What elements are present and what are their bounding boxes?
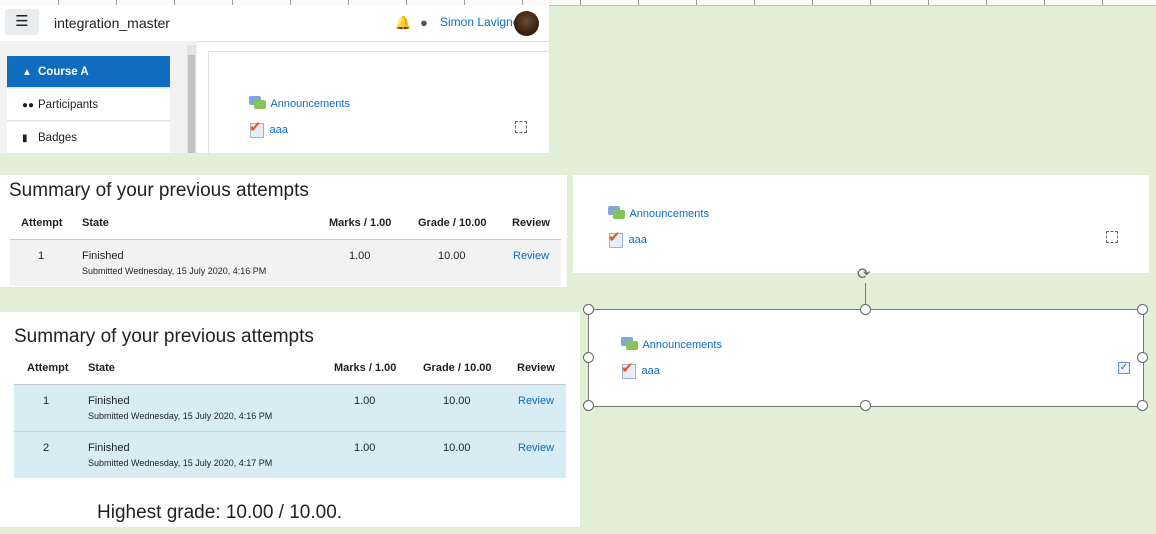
sidebar-item-participants[interactable]: ●● Participants	[7, 89, 170, 121]
col-grade: Grade / 10.00	[418, 217, 487, 229]
sidebar-item-course-a[interactable]: ▲ Course A	[7, 56, 170, 88]
col-state: State	[88, 362, 115, 374]
table-row: 2 Finished Submitted Wednesday, 15 July …	[14, 432, 566, 478]
rotate-handle-icon[interactable]: ⟳	[857, 267, 870, 283]
moodle-page-snapshot: ☰ integration_master 🔔 ● Simon Lavigne ▲…	[0, 5, 549, 153]
summary-title: Summary of your previous attempts	[9, 180, 309, 201]
users-icon: ●●	[22, 100, 35, 111]
col-grade: Grade / 10.00	[423, 362, 492, 374]
activity-announcements[interactable]: Announcements	[608, 204, 709, 222]
attempts-summary-multiple: Summary of your previous attempts Attemp…	[0, 312, 580, 527]
cell-submitted: Submitted Wednesday, 15 July 2020, 4:16 …	[82, 266, 267, 276]
activity-link[interactable]: Announcements	[270, 98, 350, 110]
graduation-cap-icon: ▲	[22, 67, 32, 78]
hamburger-icon[interactable]: ☰	[5, 9, 39, 35]
resize-handle-w[interactable]	[583, 352, 594, 363]
col-state: State	[82, 217, 109, 229]
cell-marks: 1.00	[354, 442, 376, 454]
review-link[interactable]: Review	[513, 250, 549, 262]
navbar: ☰ integration_master 🔔 ● Simon Lavigne	[0, 5, 549, 42]
activity-announcements[interactable]: Announcements	[621, 335, 722, 353]
review-link[interactable]: Review	[518, 395, 554, 407]
cell-attempt: 1	[38, 250, 45, 262]
activity-link[interactable]: aaa	[269, 124, 287, 136]
quiz-icon	[621, 359, 637, 379]
review-link[interactable]: Review	[518, 442, 554, 454]
activity-quiz[interactable]: aaa	[249, 118, 288, 138]
avatar[interactable]	[514, 11, 539, 36]
cell-grade: 10.00	[443, 395, 471, 407]
table-row: 1 Finished Submitted Wednesday, 15 July …	[10, 240, 561, 286]
cell-attempt: 1	[43, 395, 50, 407]
sidebar-item-label: Badges	[38, 132, 78, 144]
cell-marks: 1.00	[354, 395, 376, 407]
activity-link[interactable]: aaa	[641, 365, 659, 377]
activity-link[interactable]: Announcements	[642, 339, 722, 351]
chat-icon[interactable]: ●	[420, 15, 428, 30]
col-attempt: Attempt	[21, 217, 63, 229]
quiz-icon	[249, 118, 265, 138]
col-marks: Marks / 1.00	[334, 362, 397, 374]
sidebar-item-label: Course A	[38, 66, 89, 78]
nav-drawer: ▲ Course A ●● Participants ▮ Badges	[0, 41, 197, 153]
activity-snippet: Announcements aaa	[573, 175, 1149, 273]
completion-checkbox-checked[interactable]: ✓	[1118, 362, 1130, 374]
resize-handle-se[interactable]	[1137, 400, 1148, 411]
sidebar-item-label: Participants	[38, 99, 99, 111]
activity-link[interactable]: Announcements	[629, 208, 709, 220]
activity-announcements[interactable]: Announcements	[249, 94, 350, 112]
col-attempt: Attempt	[27, 362, 69, 374]
col-marks: Marks / 1.00	[329, 217, 392, 229]
completion-checkbox[interactable]	[1106, 231, 1118, 243]
cell-submitted: Submitted Wednesday, 15 July 2020, 4:16 …	[88, 411, 273, 421]
cell-submitted: Submitted Wednesday, 15 July 2020, 4:17 …	[88, 458, 273, 468]
activity-quiz[interactable]: aaa	[621, 359, 660, 379]
resize-handle-s[interactable]	[860, 400, 871, 411]
completion-checkbox[interactable]	[515, 121, 527, 133]
forum-icon	[621, 336, 638, 351]
attempts-summary-single: Summary of your previous attempts Attemp…	[0, 175, 567, 287]
quiz-icon	[608, 228, 624, 248]
activity-link[interactable]: aaa	[628, 234, 646, 246]
cell-grade: 10.00	[443, 442, 471, 454]
cell-state: Finished	[88, 442, 130, 454]
bell-icon[interactable]: 🔔	[395, 15, 411, 31]
cell-marks: 1.00	[349, 250, 371, 262]
summary-title: Summary of your previous attempts	[14, 326, 314, 347]
cell-state: Finished	[82, 250, 124, 262]
shield-icon: ▮	[22, 133, 28, 144]
resize-handle-n[interactable]	[860, 304, 871, 315]
forum-icon	[608, 205, 625, 220]
selected-activity-snippet[interactable]: Announcements aaa ✓	[588, 309, 1144, 407]
resize-handle-e[interactable]	[1137, 352, 1148, 363]
table-row: 1 Finished Submitted Wednesday, 15 July …	[14, 385, 566, 431]
cell-attempt: 2	[43, 442, 50, 454]
activity-quiz[interactable]: aaa	[608, 228, 647, 248]
cell-state: Finished	[88, 395, 130, 407]
cell-grade: 10.00	[438, 250, 466, 262]
forum-icon	[249, 95, 266, 110]
col-review: Review	[517, 362, 555, 374]
scrollbar-thumb[interactable]	[188, 55, 195, 153]
resize-handle-ne[interactable]	[1137, 304, 1148, 315]
highest-grade: Highest grade: 10.00 / 10.00.	[97, 502, 343, 523]
user-name[interactable]: Simon Lavigne	[440, 15, 519, 29]
col-review: Review	[512, 217, 550, 229]
resize-handle-nw[interactable]	[583, 304, 594, 315]
site-name[interactable]: integration_master	[54, 15, 170, 31]
sidebar-item-badges[interactable]: ▮ Badges	[7, 122, 170, 153]
resize-handle-sw[interactable]	[583, 400, 594, 411]
